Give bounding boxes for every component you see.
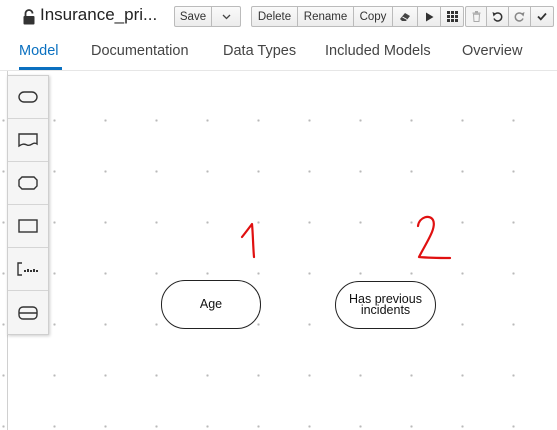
validate-button[interactable] <box>531 6 554 27</box>
file-title: Insurance_pri... <box>40 5 158 24</box>
editor-toolbar: Insurance_pri... Save Delete Rename Copy <box>0 0 557 34</box>
delete-selection-button[interactable] <box>465 6 487 27</box>
palette-business-knowledge-model[interactable] <box>8 205 48 248</box>
copy-button-label: Copy <box>359 10 387 23</box>
tab-overview[interactable]: Overview <box>462 43 522 59</box>
palette-decision[interactable] <box>8 76 48 119</box>
save-button[interactable]: Save <box>174 6 212 27</box>
diagram-canvas[interactable] <box>0 71 557 430</box>
node-label: Age <box>199 297 223 311</box>
shape-palette <box>7 75 49 335</box>
palette-decision-service[interactable] <box>8 291 48 334</box>
clear-canvas-button[interactable] <box>393 6 418 27</box>
decision-node-has-previous-incidents[interactable]: Has previous incidents <box>335 281 436 329</box>
tab-data-types[interactable]: Data Types <box>223 43 296 59</box>
delete-button-label: Delete <box>257 10 292 23</box>
undo-button[interactable] <box>487 6 509 27</box>
tab-documentation[interactable]: Documentation <box>91 43 189 59</box>
grid-icon <box>446 11 458 22</box>
knowledge-source-tool-icon <box>18 176 38 190</box>
palette-knowledge-source[interactable] <box>8 162 48 205</box>
palette-input-data[interactable] <box>8 119 48 162</box>
redo-icon <box>514 12 525 22</box>
trash-icon <box>472 11 480 22</box>
grid-button[interactable] <box>441 6 464 27</box>
tab-model[interactable]: Model <box>19 43 59 59</box>
copy-button[interactable]: Copy <box>354 6 393 27</box>
undo-icon <box>492 12 503 22</box>
checkmark-icon <box>537 12 547 21</box>
chevron-down-icon <box>222 14 230 19</box>
editor-tabs: Model Documentation Data Types Included … <box>0 34 557 71</box>
annotation-marker-1 <box>240 222 256 259</box>
dmn-editor: Insurance_pri... Save Delete Rename Copy <box>0 0 557 430</box>
business-knowledge-model-tool-icon <box>18 219 38 233</box>
lock-icon <box>23 9 35 25</box>
tab-included-models[interactable]: Included Models <box>325 43 431 59</box>
redo-button[interactable] <box>509 6 531 27</box>
node-label: Has previous incidents <box>349 292 422 317</box>
play-icon <box>425 12 433 21</box>
annotation-marker-2 <box>416 215 452 260</box>
eraser-icon <box>399 13 410 21</box>
input-data-tool-icon <box>18 132 38 147</box>
decision-service-tool-icon <box>18 305 38 320</box>
save-options-dropdown[interactable] <box>212 6 241 27</box>
text-annotation-tool-icon <box>17 262 38 276</box>
rename-button-label: Rename <box>303 10 348 23</box>
delete-button[interactable]: Delete <box>251 6 298 27</box>
decision-node-age[interactable]: Age <box>161 280 261 329</box>
decision-tool-icon <box>18 91 38 103</box>
save-button-label: Save <box>179 10 207 23</box>
run-button[interactable] <box>418 6 441 27</box>
rename-button[interactable]: Rename <box>298 6 354 27</box>
active-tab-indicator <box>19 67 62 70</box>
palette-text-annotation[interactable] <box>8 248 48 291</box>
